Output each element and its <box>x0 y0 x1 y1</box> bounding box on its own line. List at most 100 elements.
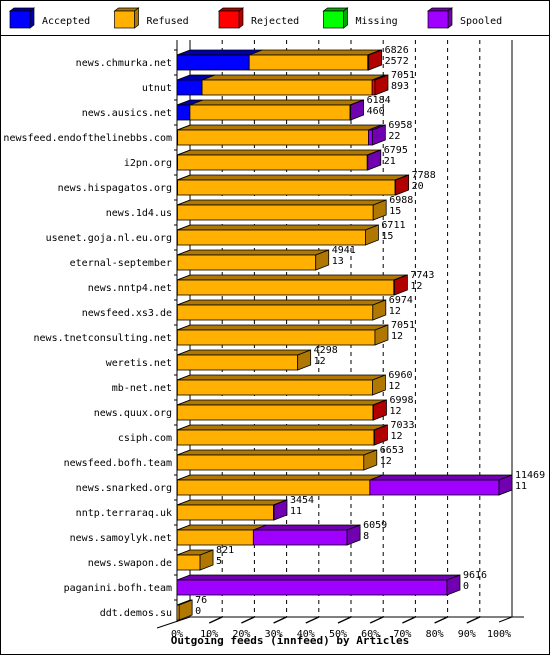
bar-csiph-com-refused <box>176 429 375 446</box>
x-tick-label-90: 90% <box>458 629 476 640</box>
total-label-paganini-bofh-team: 9616 <box>463 570 487 581</box>
category-label-nntp-terraraq-uk: nntp.terraraq.uk <box>76 508 172 519</box>
total-label-news-snarked-org: 11469 <box>515 470 545 481</box>
bar-news-1d4-us-refused <box>177 204 374 221</box>
category-label-news-nntp4-net: news.nntp4.net <box>88 283 172 294</box>
bar-top-usenet-goja-nl-eu-org-refused <box>177 224 379 231</box>
category-label-utnut: utnut <box>142 83 172 94</box>
category-label-news-hispagatos-org: news.hispagatos.org <box>58 183 172 194</box>
bar-top-paganini-bofh-team-spooled <box>176 574 461 581</box>
legend-swatch-spooled <box>427 10 449 29</box>
bar-top-news-tnetconsulting-net-refused <box>177 324 389 331</box>
bar-weretis-net-refused <box>176 354 299 371</box>
bar-newsfeed-bofh-team-refused <box>176 454 365 471</box>
category-label-newsfeed-bofh-team: newsfeed.bofh.team <box>64 458 172 469</box>
total-label-ddt-demos-su: 76 <box>195 595 207 606</box>
accepted-label-news-tnetconsulting-net: 12 <box>391 331 403 342</box>
accepted-label-i2pn-org: 21 <box>384 156 396 167</box>
bar-newsfeed-endofthelinebbs-com-spooled <box>368 129 373 146</box>
bar-top-i2pn-org-refused <box>177 149 381 156</box>
category-label-news-quux-org: news.quux.org <box>94 408 172 419</box>
category-label-mb-net-net: mb-net.net <box>112 383 172 394</box>
total-label-news-nntp4-net: 7743 <box>410 270 434 281</box>
bar-utnut-refused <box>201 79 373 96</box>
bar-news-nntp4-net-refused <box>176 279 395 296</box>
total-label-newsfeed-endofthelinebbs-com: 6958 <box>388 120 412 131</box>
category-label-usenet-goja-nl-eu-org: usenet.goja.nl.eu.org <box>46 233 172 244</box>
total-label-usenet-goja-nl-eu-org: 6711 <box>381 220 405 231</box>
bar-news-swapon-de-refused <box>176 554 201 571</box>
bar-news-chmurka-net-accepted <box>176 54 250 71</box>
bar-top-utnut-refused <box>201 74 386 81</box>
bar-paganini-bofh-team-spooled <box>176 579 448 596</box>
bars <box>176 49 513 621</box>
legend-label-spooled: Spooled <box>460 16 502 27</box>
bar-news-samoylyk-net-refused <box>176 529 254 546</box>
accepted-label-nntp-terraraq-uk: 11 <box>290 506 302 517</box>
accepted-label-news-swapon-de: 5 <box>216 556 222 567</box>
category-label-news-snarked-org: news.snarked.org <box>76 483 172 494</box>
accepted-label-ddt-demos-su: 0 <box>195 606 201 617</box>
bar-top-news-ausics-net-refused <box>189 99 364 106</box>
bar-top-weretis-net-refused <box>177 349 311 356</box>
bar-top-csiph-com-refused <box>177 424 388 431</box>
accepted-label-mb-net-net: 12 <box>388 381 400 392</box>
category-label-weretis-net: weretis.net <box>106 358 172 369</box>
accepted-label-news-chmurka-net: 2572 <box>385 56 409 67</box>
accepted-label-csiph-com: 12 <box>390 431 402 442</box>
legend-label-accepted: Accepted <box>42 16 90 27</box>
bar-newsfeed-xs3-de-refused <box>176 304 374 321</box>
bar-utnut-rejected <box>371 79 376 96</box>
bar-top-newsfeed-endofthelinebbs-com-refused <box>177 124 382 131</box>
bar-news-samoylyk-net-spooled <box>252 529 348 546</box>
bar-top-nntp-terraraq-uk-refused <box>177 499 287 506</box>
legend-swatch-accepted <box>9 10 31 29</box>
x-tick-40 <box>305 616 320 624</box>
bar-news-ausics-net-refused <box>189 104 351 121</box>
x-tick-30 <box>273 616 287 624</box>
category-label-news-ausics-net: news.ausics.net <box>82 108 172 119</box>
category-label-ddt-demos-su: ddt.demos.su <box>100 608 172 619</box>
accepted-label-news-ausics-net: 460 <box>367 106 385 117</box>
x-tick-label-80: 80% <box>426 629 444 640</box>
category-label-paganini-bofh-team: paganini.bofh.team <box>64 583 172 594</box>
accepted-label-newsfeed-bofh-team: 12 <box>380 456 392 467</box>
legend-items: Accepted Refused Rejected Missing Spooled <box>8 7 502 29</box>
bar-top-news-samoylyk-net-refused <box>177 524 267 531</box>
bar-news-hispagatos-org-refused <box>177 179 396 196</box>
x-tick-10 <box>208 616 223 624</box>
accepted-label-paganini-bofh-team: 0 <box>463 581 469 592</box>
chart: Accepted Refused Rejected Missing Spooled 0%… <box>3 7 545 647</box>
bar-newsfeed-endofthelinebbs-com-refused <box>177 129 369 146</box>
bar-top-news-snarked-org-refused <box>177 474 383 481</box>
bar-top-mb-net-net-refused <box>177 374 386 381</box>
total-label-news-hispagatos-org: 7788 <box>412 170 436 181</box>
x-tick-20 <box>241 616 255 624</box>
bar-top-news-snarked-org-spooled <box>369 474 513 481</box>
total-label-utnut: 7051 <box>391 70 415 81</box>
total-label-news-samoylyk-net: 6059 <box>363 520 387 531</box>
category-label-news-samoylyk-net: news.samoylyk.net <box>70 533 172 544</box>
category-label-csiph-com: csiph.com <box>118 433 172 444</box>
category-label-eternal-september: eternal-september <box>70 258 172 269</box>
legend-swatch-refused <box>114 10 135 29</box>
bar-top-news-hispagatos-org-refused <box>177 174 409 181</box>
bar-top-news-nntp4-net-refused <box>177 274 407 281</box>
total-label-nntp-terraraq-uk: 3454 <box>290 495 314 506</box>
legend-swatch-side-rejected <box>238 7 244 29</box>
x-tick-50 <box>337 616 352 624</box>
total-label-news-swapon-de: 821 <box>216 545 234 556</box>
x-tick-70 <box>402 616 416 624</box>
category-label-i2pn-org: i2pn.org <box>124 158 172 169</box>
x-tick-60 <box>369 616 384 624</box>
legend-swatch-side-spooled <box>447 7 453 29</box>
bar-eternal-september-refused <box>176 254 317 271</box>
total-label-eternal-september: 4941 <box>332 245 356 256</box>
legend-label-refused: Refused <box>147 16 189 27</box>
bar-nntp-terraraq-uk-refused <box>176 504 274 521</box>
bar-utnut-accepted <box>176 79 203 96</box>
bar-news-tnetconsulting-net-refused <box>176 329 376 346</box>
legend-swatch-side-refused <box>134 7 139 29</box>
bar-top-newsfeed-xs3-de-refused <box>177 299 386 306</box>
bar-mb-net-net-refused <box>176 379 373 396</box>
